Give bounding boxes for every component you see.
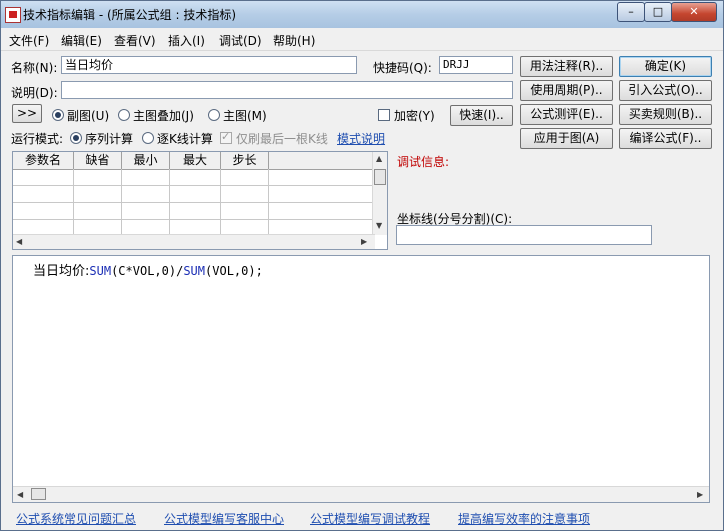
chart-type-overlay-radio[interactable] [118,109,130,121]
refresh-last-checkbox[interactable] [220,130,232,144]
formula-function: SUM [183,264,206,278]
maximize-button[interactable]: □ [644,2,672,22]
menu-edit[interactable]: 编辑(E) [61,32,102,49]
menu-view[interactable]: 查看(V) [114,32,156,49]
title-bar[interactable]: 技术指标编辑 - (所属公式组 : 技术指标) – □ ✕ [1,1,723,28]
formula-editor-window: 技术指标编辑 - (所属公式组 : 技术指标) – □ ✕ 文件(F) 编辑(E… [0,0,724,531]
scroll-left-icon[interactable]: ◀ [16,237,22,246]
use-period-button[interactable]: 使用周期(P).. [520,80,613,101]
description-input[interactable] [61,81,513,99]
grid-line [13,185,375,186]
window-title: 技术指标编辑 - (所属公式组 : 技术指标) [23,8,236,22]
name-label: 名称(N): [11,61,58,75]
menu-bar: 文件(F) 编辑(E) 查看(V) 插入(I) 调试(D) 帮助(H) [1,29,723,51]
params-col-max: 最大 [170,152,221,169]
params-horizontal-scrollbar[interactable]: ◀ ▶ [13,234,375,249]
shortcut-label: 快捷码(Q): [373,61,432,75]
editor-horizontal-scrollbar[interactable]: ◀ ▶ [13,486,709,502]
debug-info-label: 调试信息: [397,155,450,169]
encrypt-label: 加密(Y) [394,109,435,123]
apply-to-chart-button[interactable]: 应用于图(A) [520,128,613,149]
params-col-step: 步长 [221,152,269,169]
formula-arguments: (C*VOL,0)/ [111,264,184,278]
encrypt-checkbox[interactable] [378,109,390,121]
editor-hscroll-thumb[interactable] [31,488,46,500]
menu-file[interactable]: 文件(F) [9,32,49,49]
params-table[interactable]: 参数名 缺省 最小 最大 步长 ▲ ▼ ◀ ▶ [12,151,388,250]
formula-output-name: 当日均价: [33,264,90,279]
chart-type-main-radio[interactable] [208,109,220,121]
menu-help[interactable]: 帮助(H) [273,32,315,49]
expand-button[interactable]: >> [12,104,42,123]
chart-type-overlay-label: 主图叠加(J) [133,109,194,123]
scroll-left-icon[interactable]: ◀ [17,490,23,499]
run-mode-series-label: 序列计算 [85,132,134,146]
run-mode-bar-radio[interactable] [142,132,154,144]
chart-type-sub-label: 副图(U) [67,109,110,123]
minimize-button[interactable]: – [617,2,645,22]
params-vertical-scrollbar[interactable]: ▲ ▼ [372,152,387,235]
params-col-default: 缺省 [74,152,122,169]
name-input[interactable]: 当日均价 [61,56,357,74]
usage-notes-button[interactable]: 用法注释(R).. [520,56,613,77]
scroll-right-icon[interactable]: ▶ [361,237,367,246]
trade-rules-button[interactable]: 买卖规则(B).. [619,104,712,125]
params-col-min: 最小 [122,152,170,169]
chart-type-sub-radio[interactable] [52,109,64,121]
scroll-up-icon[interactable]: ▲ [376,154,382,163]
params-col-name: 参数名 [13,152,74,169]
grid-line [13,219,375,220]
run-mode-bar-label: 逐K线计算 [157,132,213,146]
chart-type-main-label: 主图(M) [223,109,267,123]
formula-test-button[interactable]: 公式测评(E).. [520,104,613,125]
mode-help-link[interactable]: 模式说明 [337,130,385,147]
scroll-down-icon[interactable]: ▼ [376,221,382,230]
formula-function: SUM [89,264,112,278]
footer-link-faq[interactable]: 公式系统常见问题汇总 [16,510,136,527]
import-formula-button[interactable]: 引入公式(O).. [619,80,712,101]
footer-link-service-center[interactable]: 公式模型编写客服中心 [164,510,284,527]
ok-button[interactable]: 确定(K) [619,56,712,77]
menu-insert[interactable]: 插入(I) [168,32,205,49]
compile-formula-button[interactable]: 编译公式(F).. [619,128,712,149]
shortcut-input[interactable]: DRJJ [439,56,513,74]
formula-arguments: (VOL,0); [205,264,263,278]
formula-editor[interactable]: 当日均价:SUM(C*VOL,0)/SUM(VOL,0); ◀ ▶ [12,255,710,503]
params-table-header: 参数名 缺省 最小 最大 步长 [13,152,375,170]
fast-button[interactable]: 快速(I).. [450,105,513,126]
scroll-right-icon[interactable]: ▶ [697,490,703,499]
run-mode-series-radio[interactable] [70,132,82,144]
app-icon [5,7,21,23]
footer-link-debug-tutorial[interactable]: 公式模型编写调试教程 [310,510,430,527]
run-mode-label: 运行模式: [11,132,64,146]
footer-link-efficiency-tips[interactable]: 提高编写效率的注意事项 [458,510,590,527]
menu-debug[interactable]: 调试(D) [219,32,262,49]
description-label: 说明(D): [11,86,58,100]
formula-code-line: 当日均价:SUM(C*VOL,0)/SUM(VOL,0); [33,260,263,279]
coord-line-input[interactable] [396,225,652,245]
grid-line [13,202,375,203]
params-vscroll-thumb[interactable] [374,169,386,185]
close-button[interactable]: ✕ [671,2,717,22]
refresh-last-label: 仅刷最后一根K线 [236,132,328,146]
